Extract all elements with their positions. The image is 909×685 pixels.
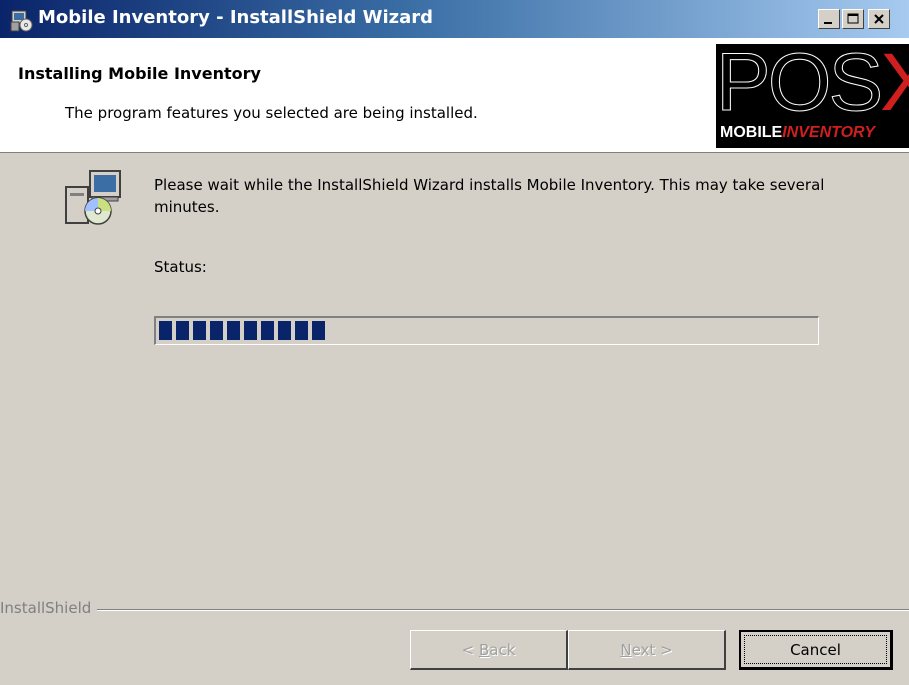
back-button[interactable]: < Back	[410, 630, 568, 670]
close-icon	[874, 14, 884, 24]
logo-tagline: MOBILEINVENTORY	[720, 124, 875, 141]
next-button[interactable]: Next >	[568, 630, 726, 670]
close-button[interactable]	[868, 9, 890, 29]
footer-divider	[0, 609, 909, 611]
progress-fill	[159, 321, 325, 340]
window-title: Mobile Inventory - InstallShield Wizard	[38, 7, 434, 28]
title-bar[interactable]: Mobile Inventory - InstallShield Wizard	[0, 0, 909, 38]
status-label: Status:	[154, 258, 207, 276]
page-subtitle: The program features you selected are be…	[65, 104, 478, 122]
install-progress-bar	[154, 316, 819, 345]
installshield-brand: InstallShield	[0, 599, 98, 617]
install-message: Please wait while the InstallShield Wiza…	[154, 176, 825, 216]
minimize-icon	[824, 22, 832, 24]
installer-computer-cd-icon	[62, 165, 126, 229]
cancel-button[interactable]: Cancel	[739, 630, 893, 670]
minimize-button[interactable]	[818, 9, 840, 29]
focus-ring	[744, 635, 887, 664]
page-title: Installing Mobile Inventory	[18, 64, 261, 83]
logo-wordmark: POSX	[716, 44, 909, 129]
installer-app-icon[interactable]	[10, 8, 34, 32]
posx-logo: POSX MOBILEINVENTORY	[716, 44, 909, 148]
installshield-window: Mobile Inventory - InstallShield Wizard …	[0, 0, 909, 685]
maximize-button[interactable]	[842, 9, 864, 29]
maximize-icon	[847, 13, 859, 24]
